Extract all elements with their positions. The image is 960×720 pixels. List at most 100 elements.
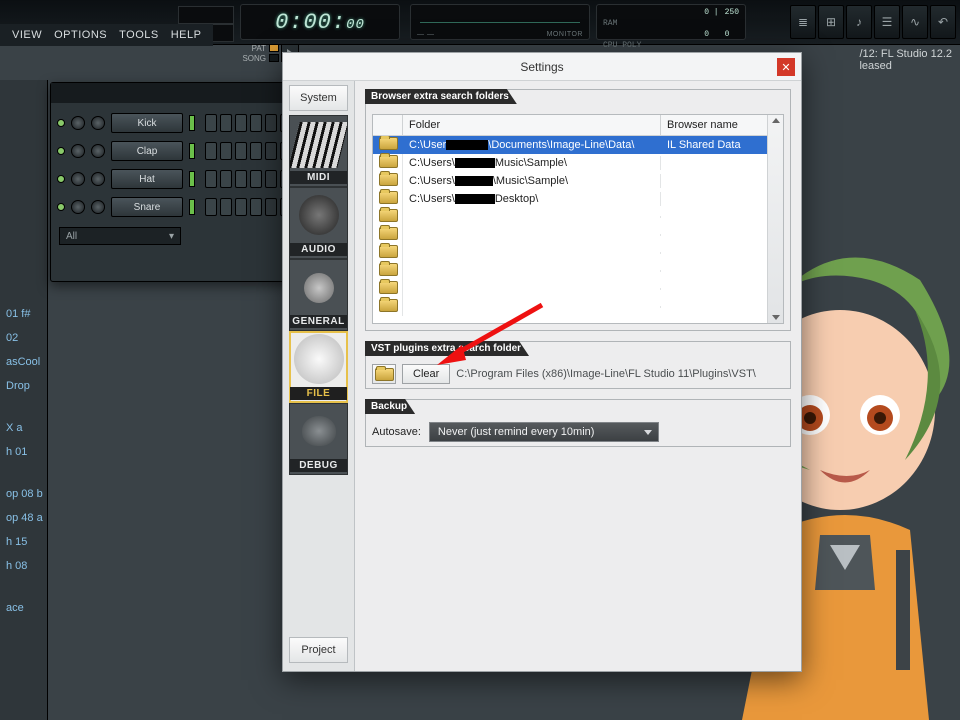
folder-icon [379,245,398,258]
menu-tools[interactable]: TOOLS [115,27,163,43]
toolbar-icons: ≣ ⊞ ♪ ☰ ∿ ↶ [790,4,956,40]
menu-options[interactable]: OPTIONS [50,27,111,43]
monitor-scope: — — MONITOR [410,4,590,40]
step-cell[interactable] [235,170,247,188]
channel-filter[interactable]: All▾ [59,227,181,245]
step-cell[interactable] [265,114,277,132]
channel-led[interactable] [57,147,65,155]
step-cell[interactable] [250,198,262,216]
table-row[interactable]: C:\Users\Desktop\ [373,190,767,208]
autosave-label: Autosave: [372,426,421,438]
sidebar-item[interactable]: 01 f# [0,302,47,326]
table-row[interactable] [373,262,767,280]
vst-folder-field: VST plugins extra search folder Clear C:… [365,341,791,389]
sidebar-item[interactable]: asCool [0,350,47,374]
table-row[interactable]: C:\Users\\Music\Sample\ [373,172,767,190]
channel-led[interactable] [57,119,65,127]
settings-project-button[interactable]: Project [289,637,348,663]
channel-led[interactable] [57,175,65,183]
table-row[interactable] [373,280,767,298]
mixer-icon[interactable]: ∿ [902,5,928,39]
folder-icon [379,155,398,168]
step-cell[interactable] [220,142,232,160]
channel-button[interactable]: Snare [111,197,183,217]
vst-browse-button[interactable] [372,364,396,384]
table-row[interactable]: C:\Users\Music\Sample\ [373,154,767,172]
step-cell[interactable] [250,170,262,188]
channel-vol-knob[interactable] [91,116,105,130]
channel-button[interactable]: Hat [111,169,183,189]
sidebar-item[interactable]: op 08 b [0,482,47,506]
step-cell[interactable] [205,198,217,216]
step-cell[interactable] [205,114,217,132]
settings-cat-debug[interactable]: DEBUG [289,403,348,475]
menu-view[interactable]: VIEW [8,27,46,43]
channel-select[interactable] [189,115,195,131]
browser-icon[interactable]: ☰ [874,5,900,39]
close-icon[interactable]: ✕ [777,58,795,76]
step-cell[interactable] [250,142,262,160]
step-cell[interactable] [235,142,247,160]
channel-pan-knob[interactable] [71,172,85,186]
autosave-combo[interactable]: Never (just remind every 10min) [429,422,659,442]
undo-icon[interactable]: ↶ [930,5,956,39]
channel-button[interactable]: Kick [111,113,183,133]
channel-pan-knob[interactable] [71,144,85,158]
channel-vol-knob[interactable] [91,172,105,186]
channel-vol-knob[interactable] [91,144,105,158]
folder-table[interactable]: Folder Browser name C:\User\Documents\Im… [372,114,784,324]
step-cell[interactable] [220,114,232,132]
playlist-icon[interactable]: ≣ [790,5,816,39]
table-scrollbar[interactable] [767,115,783,323]
channel-vol-knob[interactable] [91,200,105,214]
pianoroll-icon[interactable]: ♪ [846,5,872,39]
settings-file-page: Browser extra search folders Folder Brow… [355,81,801,671]
channel-select[interactable] [189,199,195,215]
time-display[interactable]: 0:00:00 [240,4,400,40]
sidebar-item[interactable]: 02 [0,326,47,350]
stepseq-icon[interactable]: ⊞ [818,5,844,39]
channel-pan-knob[interactable] [71,116,85,130]
channel-led[interactable] [57,203,65,211]
sidebar-item[interactable]: h 15 [0,530,47,554]
sidebar-item[interactable]: h 08 [0,554,47,578]
field-legend: Browser extra search folders [365,89,517,104]
vst-clear-button[interactable]: Clear [402,364,450,384]
step-cell[interactable] [220,198,232,216]
channel-select[interactable] [189,143,195,159]
step-cell[interactable] [220,170,232,188]
sidebar-item[interactable]: op 48 a [0,506,47,530]
step-cell[interactable] [250,114,262,132]
step-cell[interactable] [235,114,247,132]
settings-titlebar[interactable]: Settings ✕ [283,53,801,81]
menu-help[interactable]: HELP [167,27,206,43]
folder-icon [379,191,398,204]
step-cell[interactable] [205,142,217,160]
browser-folders-field: Browser extra search folders Folder Brow… [365,89,791,331]
table-row[interactable] [373,298,767,316]
table-row[interactable] [373,208,767,226]
settings-cat-midi[interactable]: MIDI [289,115,348,187]
step-cell[interactable] [265,198,277,216]
step-cell[interactable] [265,142,277,160]
step-cell[interactable] [235,198,247,216]
settings-cat-file[interactable]: FILE [289,331,348,403]
table-row[interactable] [373,226,767,244]
sidebar-item[interactable]: ace [0,596,47,620]
table-row[interactable]: C:\User\Documents\Image-Line\Data\ IL Sh… [373,136,767,154]
step-cell[interactable] [205,170,217,188]
sidebar-item[interactable]: X a [0,416,47,440]
channel-pan-knob[interactable] [71,200,85,214]
sidebar-item[interactable]: Drop [0,374,47,398]
step-cell[interactable] [265,170,277,188]
settings-cat-general[interactable]: GENERAL [289,259,348,331]
settings-cat-audio[interactable]: AUDIO [289,187,348,259]
folder-icon [379,137,398,150]
backup-field: Backup Autosave: Never (just remind ever… [365,399,791,447]
table-row[interactable] [373,244,767,262]
sidebar-item[interactable]: h 01 [0,440,47,464]
folder-icon [379,281,398,294]
channel-button[interactable]: Clap [111,141,183,161]
channel-select[interactable] [189,171,195,187]
settings-system-button[interactable]: System [289,85,348,111]
